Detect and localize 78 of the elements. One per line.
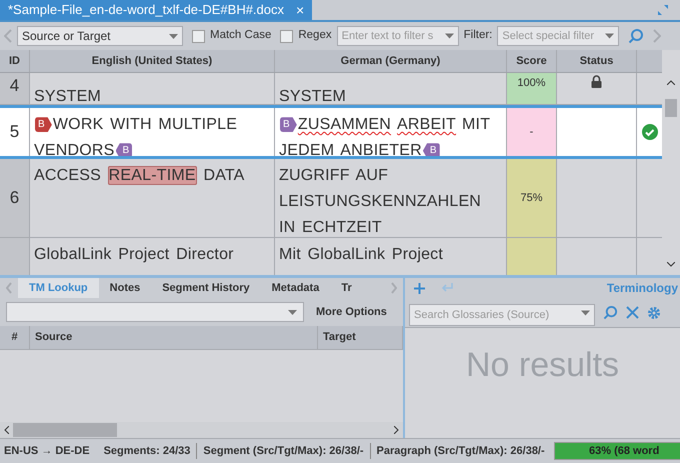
file-tab[interactable]: *Sample-File_en-de-word_txlf-de-DE#BH#.docx × <box>0 0 312 20</box>
caret-icon <box>288 310 297 314</box>
segments-count: Segments: 24/33 <box>104 442 198 460</box>
scroll-thumb[interactable] <box>665 99 677 117</box>
search-icon[interactable] <box>628 28 644 44</box>
column-header[interactable]: # <box>0 326 30 349</box>
segment-cell[interactable]: Mit GlobalLink Project <box>275 238 507 275</box>
segment-cell[interactable]: GlobalLink Project Director <box>30 238 275 275</box>
previous-icon[interactable] <box>4 29 12 43</box>
caret-icon <box>444 34 454 38</box>
tag-marker: B <box>422 143 440 156</box>
search-icon[interactable] <box>603 305 618 320</box>
scope-dropdown[interactable]: Source or Target <box>17 26 183 46</box>
next-icon[interactable] <box>391 282 397 294</box>
checkbox-label: Match Case <box>210 28 272 44</box>
score-cell: 100% <box>507 73 557 104</box>
more-options-link[interactable]: More Options <box>316 304 387 320</box>
column-header[interactable]: Target <box>318 326 403 349</box>
checkbox-label: Regex <box>298 28 332 44</box>
language-pair: EN-US → DE-DE <box>4 444 90 459</box>
scroll-right-icon[interactable] <box>394 426 399 434</box>
close-icon[interactable] <box>626 306 639 319</box>
glossary-search-field[interactable]: Search Glossaries (Source) <box>409 304 595 326</box>
expand-icon[interactable] <box>658 5 668 15</box>
scroll-thumb[interactable] <box>13 423 117 437</box>
id-cell <box>0 238 30 275</box>
horizontal-scrollbar[interactable] <box>0 422 403 438</box>
special-filter-field[interactable]: Select special filter <box>497 26 620 46</box>
tag-marker: B <box>116 143 132 156</box>
segment-cell[interactable]: ACCESS REAL-TIME DATA <box>30 159 275 237</box>
checkbox[interactable] <box>280 30 294 42</box>
caret-icon <box>581 310 590 315</box>
segment-row[interactable]: 6 ACCESS REAL-TIME DATA ZUGRIFF AUF LEISTUNGSKENNZAHLEN IN ECHTZEIT 75% <box>0 159 662 238</box>
column-header[interactable]: Source <box>30 326 318 349</box>
settings-icon[interactable] <box>647 306 661 320</box>
checkbox[interactable] <box>192 30 205 42</box>
column-header[interactable]: Score <box>507 50 557 72</box>
previous-icon[interactable] <box>6 282 12 294</box>
column-header[interactable]: Status <box>557 50 637 72</box>
scroll-up-icon[interactable] <box>667 80 675 85</box>
segment-cell[interactable]: ZUGRIFF AUF LEISTUNGSKENNZAHLEN IN ECHTZEIT <box>275 159 507 237</box>
panel-title: Terminology <box>606 280 678 297</box>
score-cell: - <box>507 108 557 156</box>
caret-icon <box>169 34 178 38</box>
id-cell: 6 <box>0 159 30 237</box>
close-icon[interactable]: × <box>296 0 304 20</box>
tag-marker: B <box>35 117 52 132</box>
segment-row[interactable]: 5 B WORK WITH MULTIPLE VENDORS B B ZUSAMMEN ARBEIT MIT JEDEM ANBIETER B - <box>0 105 662 159</box>
column-header[interactable]: English (United States) <box>30 50 275 72</box>
scroll-left-icon[interactable] <box>4 426 9 434</box>
tag-marker: B <box>280 117 297 132</box>
segment-cell[interactable]: B ZUSAMMEN ARBEIT MIT JEDEM ANBIETER B <box>275 108 507 156</box>
segment-cell[interactable]: SYSTEM <box>30 73 275 104</box>
scroll-down-icon[interactable] <box>667 262 675 267</box>
score-cell: 75% <box>507 159 557 237</box>
column-header[interactable]: ID <box>0 50 30 72</box>
column-header[interactable]: German (Germany) <box>275 50 507 72</box>
lookup-dropdown[interactable] <box>6 302 304 322</box>
panel-tab[interactable]: Metadata <box>260 278 330 298</box>
segment-stats: Segment (Src/Tgt/Max): 26/38/- <box>203 442 371 460</box>
return-icon[interactable] <box>440 282 454 294</box>
progress-label: 63% (68 word <box>589 444 660 459</box>
caret-icon <box>605 34 614 38</box>
segment-row[interactable]: 4 SYSTEM SYSTEM 100% <box>0 73 662 105</box>
panel-tab[interactable]: Notes <box>98 278 152 298</box>
segment-cell[interactable]: SYSTEM <box>275 73 507 104</box>
next-icon[interactable] <box>653 29 662 43</box>
panel-tab[interactable]: Segment History <box>151 278 261 298</box>
id-cell: 4 <box>0 73 30 104</box>
add-icon[interactable] <box>413 282 426 294</box>
filter-label: Filter: <box>464 28 492 44</box>
panel-tab[interactable]: Tr <box>330 278 363 298</box>
segment-cell[interactable]: B WORK WITH MULTIPLE VENDORS B <box>30 108 275 156</box>
filter-text-field[interactable]: Enter text to filter s <box>336 26 459 46</box>
segment-row[interactable]: GlobalLink Project Director Mit GlobalLink Project <box>0 238 662 275</box>
paragraph-stats: Paragraph (Src/Tgt/Max): 26/38/- <box>376 444 545 459</box>
id-cell: 5 <box>0 108 30 156</box>
scrollbar[interactable] <box>662 50 680 275</box>
